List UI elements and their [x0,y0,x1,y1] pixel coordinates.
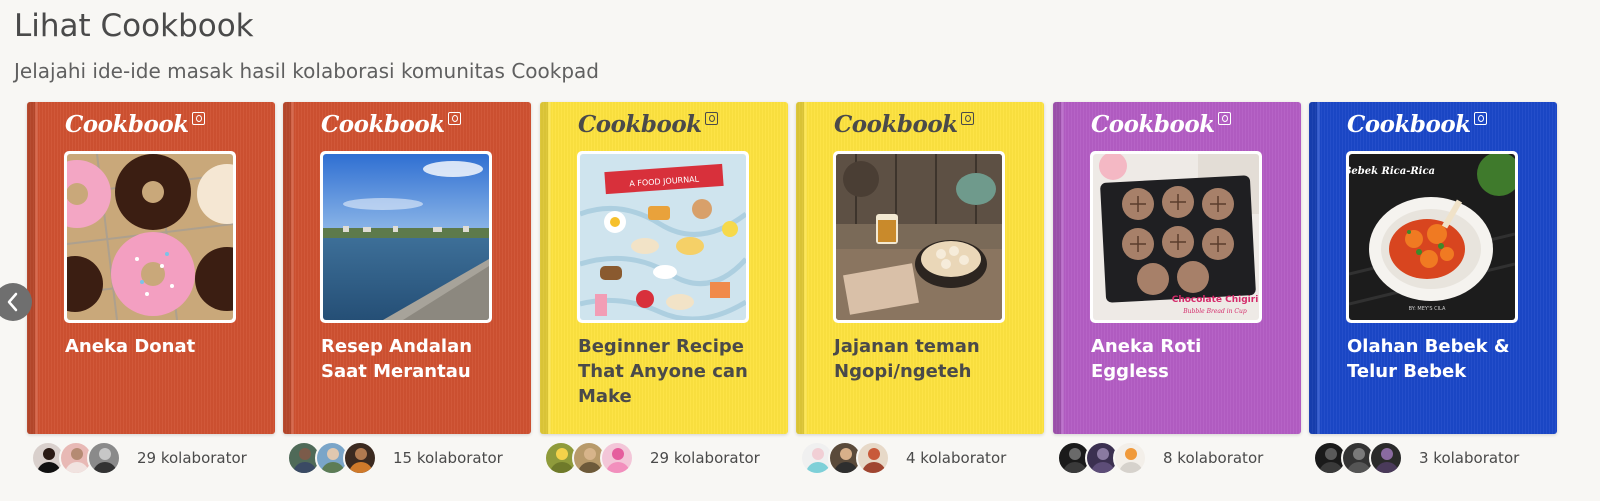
chigiri-subcaption: Bubble Bread in Cup [1182,308,1247,315]
collaborators-row[interactable]: 4 kolaborator [800,440,1006,476]
book-spine [540,102,551,434]
cookbook-logo: Cookbook [65,108,205,140]
page-subtitle: Jelajahi ide-ide masak hasil kolaborasi … [14,59,599,83]
cover-photo-frame: A FOOD JOURNAL [577,151,749,323]
avatar [1113,441,1147,475]
book-spine [283,102,294,434]
cookbook-logo: Cookbook [321,108,461,140]
book-spine [1053,102,1064,434]
cookbook-logo: Cookbook [1347,108,1487,140]
collaborator-count: 29 kolaborator [650,449,760,467]
cookbook-cover[interactable]: Cookbook A FOOD JOURNAL Beginner Recipe … [540,102,788,434]
cookbook-title: Jajanan teman Ngopi/ngeteh [834,336,980,382]
cover-photo-harbor [323,154,489,320]
cookbook-card[interactable]: Cookbook [283,102,531,492]
collaborator-count: 4 kolaborator [906,449,1007,467]
collaborators-row[interactable]: 29 kolaborator [544,440,760,476]
cookbook-card[interactable]: Cookbook A FOOD JOURNAL Beginner Recipe … [540,102,788,492]
avatar [343,441,377,475]
collaborators-row[interactable]: 3 kolaborator [1313,440,1519,476]
avatar [1369,441,1403,475]
collaborators-row[interactable]: 8 kolaborator [1057,440,1263,476]
logo-text: Cookbook [1091,110,1215,138]
avatar-group [1313,441,1403,475]
cover-photo-frame [833,151,1005,323]
chevron-left-icon [6,292,20,312]
bebek-credit: BY: MEY'S CILA [1409,306,1446,312]
cookbook-logo: Cookbook [578,108,718,140]
cover-photo-frame [64,151,236,323]
logo-text: Cookbook [834,110,958,138]
cover-photo-snacks [836,154,1002,320]
logo-text: Cookbook [578,110,702,138]
collaborators-row[interactable]: 29 kolaborator [31,440,247,476]
cover-photo-frame: Bebek Rica-Rica BY: MEY'S CILA [1346,151,1518,323]
book-spine [27,102,38,434]
page-title: Lihat Cookbook [14,8,254,44]
collaborator-count: 3 kolaborator [1419,449,1520,467]
chigiri-caption: Chocolate Chigiri [1172,295,1259,305]
cookpad-mark-icon [191,111,205,125]
avatar [600,441,634,475]
cookbook-title: Aneka Roti Eggless [1091,336,1202,382]
collaborator-count: 29 kolaborator [137,449,247,467]
cover-photo-bebek: Bebek Rica-Rica BY: MEY'S CILA [1349,154,1515,320]
cover-photo-donuts [67,154,233,320]
cookbook-section: Lihat Cookbook Jelajahi ide-ide masak ha… [0,0,1600,501]
cookbook-card[interactable]: Cookbook [1053,102,1301,492]
book-spine [796,102,807,434]
logo-text: Cookbook [65,110,189,138]
cookbook-title: Resep Andalan Saat Merantau [321,336,473,382]
cookpad-mark-icon [704,111,718,125]
cookbook-logo: Cookbook [834,108,974,140]
avatar [87,441,121,475]
cookbook-card[interactable]: Cookbook [27,102,275,492]
cookbook-cover[interactable]: Cookbook [1309,102,1557,434]
cookbook-cover[interactable]: Cookbook [283,102,531,434]
logo-text: Cookbook [1347,110,1471,138]
cookpad-mark-icon [960,111,974,125]
collaborator-count: 8 kolaborator [1163,449,1264,467]
cookbook-logo: Cookbook [1091,108,1231,140]
collaborator-count: 15 kolaborator [393,449,503,467]
avatar-group [800,441,890,475]
cover-photo-frame: Chocolate Chigiri Bubble Bread in Cup [1090,151,1262,323]
cover-photo-frame [320,151,492,323]
cookbook-title: Beginner Recipe That Anyone can Make [578,336,748,407]
cover-photo-chigiri: Chocolate Chigiri Bubble Bread in Cup [1093,154,1259,320]
avatar-group [544,441,634,475]
cookpad-mark-icon [1217,111,1231,125]
book-spine [1309,102,1320,434]
cookbook-cover[interactable]: Cookbook [27,102,275,434]
cookbook-cover[interactable]: Cookbook [1053,102,1301,434]
cookpad-mark-icon [447,111,461,125]
avatar-group [287,441,377,475]
avatar [856,441,890,475]
cookbook-carousel: Cookbook Aneka Donat 29 kolaborator Cook… [0,102,1600,492]
avatar-group [1057,441,1147,475]
bebek-caption: Bebek Rica-Rica [1349,166,1435,177]
cookbook-title: Aneka Donat [65,336,196,357]
cover-photo-food-journal: A FOOD JOURNAL [580,154,746,320]
cookbook-card[interactable]: Cookbook [796,102,1044,492]
collaborators-row[interactable]: 15 kolaborator [287,440,503,476]
avatar-group [31,441,121,475]
cookbook-cover[interactable]: Cookbook [796,102,1044,434]
cookbook-title: Olahan Bebek & Telur Bebek [1347,336,1510,382]
cookbook-card[interactable]: Cookbook [1309,102,1557,492]
cookpad-mark-icon [1473,111,1487,125]
carousel-edge [1566,102,1600,434]
logo-text: Cookbook [321,110,445,138]
